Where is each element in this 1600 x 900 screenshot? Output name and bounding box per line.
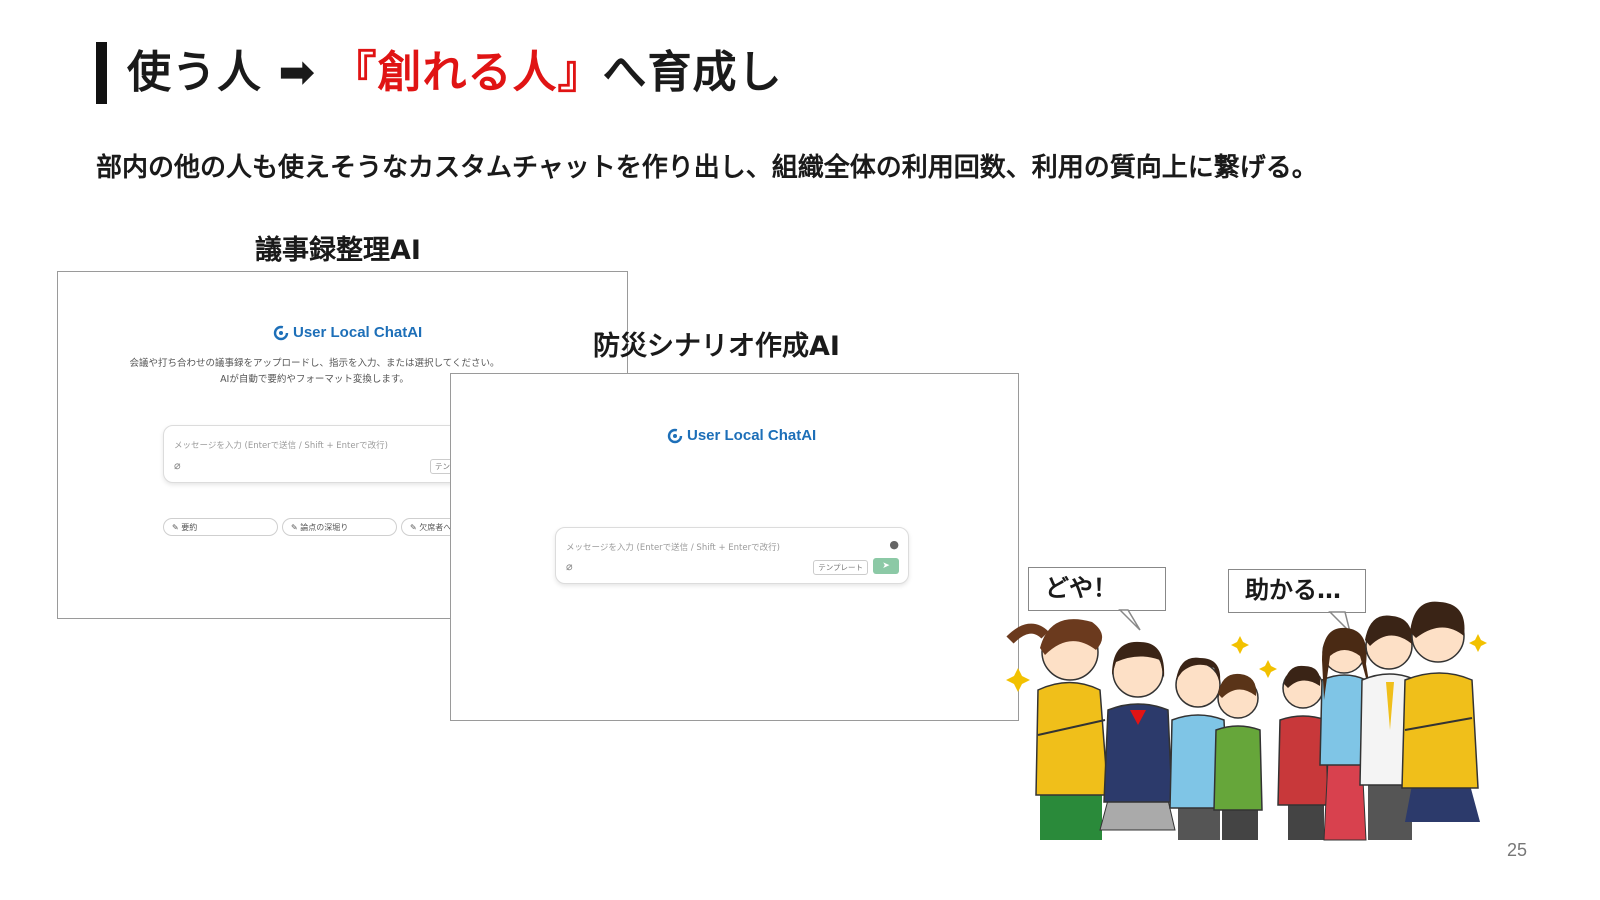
chip-deep-dive[interactable]: ✎ 論点の深堀り — [282, 518, 397, 536]
bubble-tail-left — [1118, 609, 1141, 631]
person-green-shirt — [1213, 673, 1263, 840]
screenshot-2-disaster-ai: User Local ChatAI メッセージを入力 (Enterで送信 / S… — [450, 373, 1019, 721]
screenshot-2-message-box[interactable]: メッセージを入力 (Enterで送信 / Shift + Enterで改行) ●… — [555, 527, 909, 584]
screenshot-2-label: 防災シナリオ作成AI — [593, 331, 840, 362]
title-suffix: へ育成し — [602, 47, 783, 98]
title-prefix: 使う人 ➡ — [127, 47, 333, 98]
microphone-icon[interactable]: ● — [889, 538, 899, 551]
title-highlight: 『創れる人』 — [332, 47, 603, 98]
chatai-logo-text: User Local ChatAI — [293, 324, 423, 341]
page-number: 25 — [1506, 840, 1527, 860]
paperclip-icon[interactable]: ⌀ — [566, 561, 573, 573]
chatai-logo: User Local ChatAI — [273, 324, 422, 341]
person-yellow-left — [1006, 619, 1109, 840]
slide-subtitle: 部内の他の人も使えそうなカスタムチャットを作り出し、組織全体の利用回数、利用の質… — [96, 153, 1318, 183]
slide-title: 使う人 ➡ 『創れる人』へ育成し — [127, 40, 783, 106]
pencil-icon: ✎ — [172, 523, 182, 532]
person-navy-girl — [1099, 641, 1176, 831]
chip-summary[interactable]: ✎ 要約 — [163, 518, 278, 536]
title-accent-bar — [96, 42, 107, 104]
team-illustration — [1006, 601, 1487, 841]
chip-label: 要約 — [181, 523, 198, 532]
chatai-logo-icon — [273, 325, 289, 341]
template-button[interactable]: テンプレート — [813, 560, 868, 575]
chatai-logo-icon — [667, 428, 683, 444]
person-yellow-right — [1401, 601, 1480, 822]
message-placeholder: メッセージを入力 (Enterで送信 / Shift + Enterで改行) — [174, 441, 388, 451]
send-icon[interactable]: ➤ — [873, 558, 899, 574]
screenshot-1-label: 議事録整理AI — [255, 235, 421, 266]
pencil-icon: ✎ — [410, 523, 420, 532]
pencil-icon: ✎ — [291, 523, 301, 532]
chatai-logo: User Local ChatAI — [667, 427, 816, 444]
paperclip-icon[interactable]: ⌀ — [174, 460, 181, 472]
chip-label: 論点の深堀り — [300, 523, 349, 532]
message-placeholder: メッセージを入力 (Enterで送信 / Shift + Enterで改行) — [566, 543, 780, 553]
chatai-logo-text: User Local ChatAI — [687, 427, 817, 444]
